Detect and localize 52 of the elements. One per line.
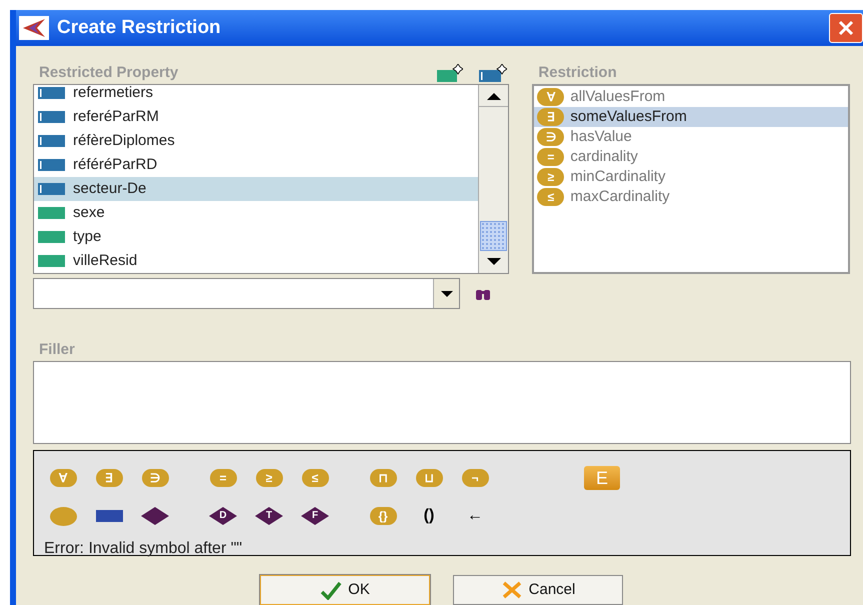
restriction-row[interactable]: ≥ minCardinality — [534, 167, 848, 187]
section-label: Restricted Property — [39, 62, 178, 82]
property-row[interactable]: type — [34, 225, 478, 249]
restriction-row[interactable]: ≤ maxCardinality — [534, 187, 848, 207]
scroll-thumb[interactable] — [480, 221, 508, 251]
datatype-property-icon — [38, 207, 65, 219]
close-button[interactable] — [829, 13, 863, 43]
dropdown-arrow-icon — [440, 290, 452, 296]
symbol-button[interactable]: F — [301, 507, 329, 525]
restriction-symbol: ≤ — [537, 188, 564, 206]
close-icon — [837, 19, 855, 37]
error-message: Error: Invalid symbol after "" — [44, 539, 244, 559]
restriction-row[interactable]: ∋ hasValue — [534, 127, 848, 147]
object-property-icon — [38, 159, 65, 171]
symbol-button[interactable]: T — [255, 507, 283, 525]
property-row[interactable]: référéParRD — [34, 153, 478, 177]
symbol-button[interactable]: ← — [467, 508, 483, 524]
restriction-symbol: ∀ — [537, 88, 564, 106]
section-label: Restriction — [538, 62, 617, 82]
restriction-row[interactable]: ∀ allValuesFrom — [534, 87, 848, 107]
symbol-button[interactable]: () — [424, 508, 434, 524]
scrollbar[interactable] — [478, 85, 508, 273]
property-row[interactable]: referéParRM — [34, 105, 478, 129]
property-row[interactable]: sexe — [34, 201, 478, 225]
restriction-symbol: = — [537, 148, 564, 166]
cancel-button[interactable]: Cancel — [453, 575, 623, 605]
symbol-button[interactable]: D — [209, 507, 237, 525]
property-row[interactable]: villeResid — [34, 249, 478, 273]
datatype-property-icon — [38, 255, 65, 267]
restriction-row[interactable]: ∃ someValuesFrom — [534, 107, 848, 127]
restriction-symbol: ∃ — [537, 108, 564, 126]
app-logo-icon — [19, 16, 49, 40]
restriction-row[interactable]: = cardinality — [534, 147, 848, 167]
window-title: Create Restriction — [57, 16, 221, 40]
property-row[interactable]: réfèreDiplomes — [34, 129, 478, 153]
restriction-symbol: ∋ — [537, 128, 564, 146]
object-property-icon — [38, 111, 65, 123]
section-label: Filler — [39, 340, 75, 360]
filler-text-area[interactable] — [33, 361, 851, 444]
add-object-property-icon[interactable] — [477, 64, 508, 82]
cross-icon — [500, 580, 523, 600]
datatype-property-icon — [38, 231, 65, 243]
property-row[interactable]: secteur-De — [34, 177, 478, 201]
object-property-icon — [38, 87, 65, 99]
add-datatype-property-icon[interactable] — [435, 64, 464, 82]
property-combo-box[interactable] — [33, 278, 460, 309]
object-property-icon — [38, 183, 65, 195]
check-icon — [320, 580, 342, 600]
ok-button[interactable]: OK — [260, 575, 430, 605]
object-property-icon — [38, 135, 65, 147]
property-row[interactable]: refermetiers — [34, 81, 478, 105]
restriction-symbol: ≥ — [537, 168, 564, 186]
